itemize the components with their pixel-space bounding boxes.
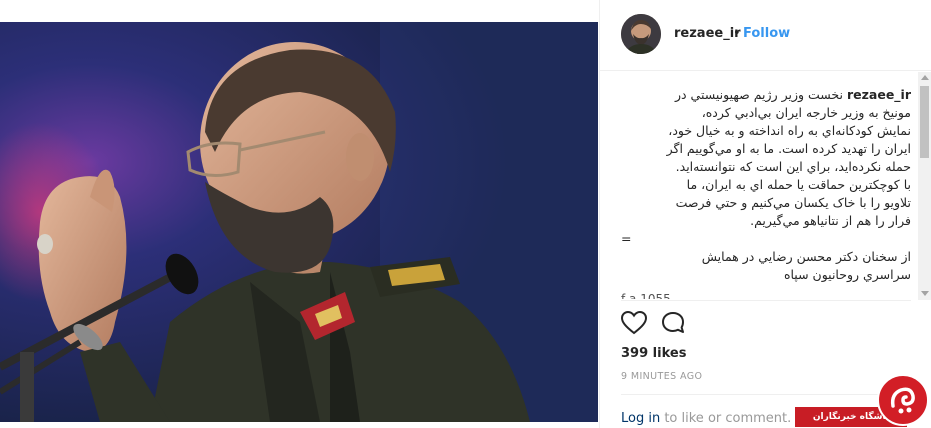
post-photo[interactable] [0, 22, 598, 422]
avatar-image [621, 14, 661, 54]
caption-line-1: rezaee_ir نخست وزير رژيم صهيونيستي در [621, 86, 911, 104]
caption-line: مونيخ به وزير خارجه ايران بي‌ادبي كرده، [701, 105, 911, 120]
caption-cut-line: f a 1055 ... [621, 292, 687, 306]
instagram-post: rezaee_ir • Follow rezaee_ir نخست وزير رژ… [0, 0, 931, 428]
caption-line: فرار را هم از نتانياهو مي‌گيريم. [750, 213, 911, 228]
scrollbar-thumb[interactable] [920, 86, 929, 158]
header-separator: • [733, 26, 741, 41]
follow-button[interactable]: Follow [743, 26, 790, 41]
caption-username[interactable]: rezaee_ir [847, 87, 911, 102]
login-prompt: Log in to like or comment. [621, 411, 791, 426]
comment-icon[interactable] [661, 311, 687, 339]
caption: rezaee_ir نخست وزير رژيم صهيونيستي در مون… [621, 86, 911, 298]
watermark-emblem-icon [877, 374, 929, 426]
caption-line: با كوچكترين حماقت يا حمله اي به ايران، م… [686, 177, 911, 192]
caption-scrollbar[interactable] [918, 72, 931, 300]
caption-text: نخست وزير رژيم صهيونيستي در [674, 87, 843, 102]
header-username[interactable]: rezaee_ir [674, 26, 741, 41]
caption-line: سراسري روحانيون سپاه [783, 267, 911, 282]
post-photo-graphic [0, 22, 598, 422]
watermark-logo: باشگاه خبرنگاران [795, 372, 931, 428]
login-link[interactable]: Log in [621, 411, 660, 426]
likes-count[interactable]: 399 likes [621, 346, 686, 361]
scroll-down-arrow-icon[interactable] [921, 291, 929, 296]
caption-line: نمايش كودكانه‌اي به راه انداخته و به خيا… [668, 123, 911, 138]
caption-line: حمله نكرده‌ايد، براي اين است كه نتوانسته… [675, 159, 911, 174]
caption-line: ايران را تهديد كرده است. ما به او مي‌گوي… [666, 141, 911, 156]
login-prompt-text: to like or comment. [660, 411, 792, 426]
divider [621, 300, 911, 301]
post-header: rezaee_ir • Follow [600, 0, 931, 71]
heart-icon[interactable] [620, 310, 648, 339]
caption-line: تلاويو را با خاک يكسان مي‌كنيم و حتي فرص… [675, 195, 911, 210]
post-timestamp[interactable]: 9 MINUTES AGO [621, 371, 702, 382]
avatar[interactable] [621, 14, 661, 54]
scroll-up-arrow-icon[interactable] [921, 75, 929, 80]
caption-line: از سخنان دكتر محسن رضايي در همايش [701, 249, 911, 264]
post-sidebar: rezaee_ir • Follow rezaee_ir نخست وزير رژ… [599, 0, 931, 428]
caption-line: = [621, 231, 632, 246]
